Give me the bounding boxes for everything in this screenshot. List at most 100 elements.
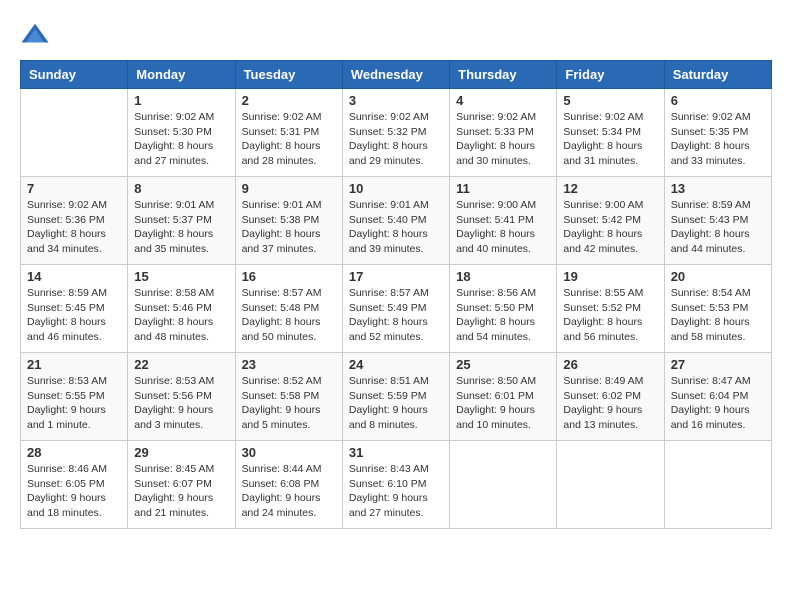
day-number: 10 xyxy=(349,181,443,196)
day-number: 16 xyxy=(242,269,336,284)
day-number: 28 xyxy=(27,445,121,460)
day-info: Sunrise: 8:54 AMSunset: 5:53 PMDaylight:… xyxy=(671,286,765,345)
day-of-week-header: Tuesday xyxy=(235,61,342,89)
day-info: Sunrise: 9:02 AMSunset: 5:31 PMDaylight:… xyxy=(242,110,336,169)
calendar-day-cell: 4Sunrise: 9:02 AMSunset: 5:33 PMDaylight… xyxy=(450,89,557,177)
day-number: 14 xyxy=(27,269,121,284)
day-info: Sunrise: 9:00 AMSunset: 5:41 PMDaylight:… xyxy=(456,198,550,257)
calendar-day-cell: 5 Sunrise: 9:02 AMSunset: 5:34 PMDaylight… xyxy=(557,89,664,177)
calendar-day-cell: 7 Sunrise: 9:02 AMSunset: 5:36 PMDaylight… xyxy=(21,177,128,265)
calendar-week-row: 7 Sunrise: 9:02 AMSunset: 5:36 PMDaylight… xyxy=(21,177,772,265)
day-number: 12 xyxy=(563,181,657,196)
day-info: Sunrise: 8:47 AMSunset: 6:04 PMDaylight:… xyxy=(671,374,765,433)
day-info: Sunrise: 8:56 AMSunset: 5:50 PMDaylight:… xyxy=(456,286,550,345)
day-number: 26 xyxy=(563,357,657,372)
day-info: Sunrise: 8:57 AMSunset: 5:48 PMDaylight:… xyxy=(242,286,336,345)
calendar-table: SundayMondayTuesdayWednesdayThursdayFrid… xyxy=(20,60,772,529)
calendar-day-cell: 25Sunrise: 8:50 AMSunset: 6:01 PMDayligh… xyxy=(450,353,557,441)
calendar-day-cell: 26 Sunrise: 8:49 AMSunset: 6:02 PMDayligh… xyxy=(557,353,664,441)
day-number: 21 xyxy=(27,357,121,372)
day-info: Sunrise: 8:59 AMSunset: 5:45 PMDaylight:… xyxy=(27,286,121,345)
calendar-day-cell: 19 Sunrise: 8:55 AMSunset: 5:52 PMDayligh… xyxy=(557,265,664,353)
day-info: Sunrise: 8:59 AMSunset: 5:43 PMDaylight:… xyxy=(671,198,765,257)
calendar-day-cell: 20 Sunrise: 8:54 AMSunset: 5:53 PMDayligh… xyxy=(664,265,771,353)
day-number: 30 xyxy=(242,445,336,460)
day-of-week-header: Monday xyxy=(128,61,235,89)
day-of-week-header: Thursday xyxy=(450,61,557,89)
day-number: 24 xyxy=(349,357,443,372)
day-info: Sunrise: 8:53 AMSunset: 5:55 PMDaylight:… xyxy=(27,374,121,433)
calendar-day-cell: 14 Sunrise: 8:59 AMSunset: 5:45 PMDayligh… xyxy=(21,265,128,353)
calendar-day-cell: 23Sunrise: 8:52 AMSunset: 5:58 PMDayligh… xyxy=(235,353,342,441)
day-info: Sunrise: 9:02 AMSunset: 5:36 PMDaylight:… xyxy=(27,198,121,257)
day-of-week-header: Friday xyxy=(557,61,664,89)
day-of-week-header: Sunday xyxy=(21,61,128,89)
day-info: Sunrise: 9:02 AMSunset: 5:30 PMDaylight:… xyxy=(134,110,228,169)
day-number: 8 xyxy=(134,181,228,196)
day-info: Sunrise: 8:44 AMSunset: 6:08 PMDaylight:… xyxy=(242,462,336,521)
calendar-header-row: SundayMondayTuesdayWednesdayThursdayFrid… xyxy=(21,61,772,89)
day-number: 25 xyxy=(456,357,550,372)
calendar-day-cell: 8 Sunrise: 9:01 AMSunset: 5:37 PMDaylight… xyxy=(128,177,235,265)
calendar-day-cell: 18 Sunrise: 8:56 AMSunset: 5:50 PMDayligh… xyxy=(450,265,557,353)
calendar-day-cell: 9 Sunrise: 9:01 AMSunset: 5:38 PMDaylight… xyxy=(235,177,342,265)
calendar-week-row: 14 Sunrise: 8:59 AMSunset: 5:45 PMDayligh… xyxy=(21,265,772,353)
day-info: Sunrise: 8:46 AMSunset: 6:05 PMDaylight:… xyxy=(27,462,121,521)
day-info: Sunrise: 9:02 AMSunset: 5:35 PMDaylight:… xyxy=(671,110,765,169)
calendar-week-row: 28 Sunrise: 8:46 AMSunset: 6:05 PMDayligh… xyxy=(21,441,772,529)
day-number: 4 xyxy=(456,93,550,108)
day-number: 18 xyxy=(456,269,550,284)
day-info: Sunrise: 8:45 AMSunset: 6:07 PMDaylight:… xyxy=(134,462,228,521)
calendar-day-cell: 30 Sunrise: 8:44 AMSunset: 6:08 PMDayligh… xyxy=(235,441,342,529)
calendar-day-cell: 6 Sunrise: 9:02 AMSunset: 5:35 PMDaylight… xyxy=(664,89,771,177)
day-of-week-header: Wednesday xyxy=(342,61,449,89)
day-number: 29 xyxy=(134,445,228,460)
day-number: 27 xyxy=(671,357,765,372)
day-info: Sunrise: 9:00 AMSunset: 5:42 PMDaylight:… xyxy=(563,198,657,257)
day-info: Sunrise: 8:55 AMSunset: 5:52 PMDaylight:… xyxy=(563,286,657,345)
day-number: 19 xyxy=(563,269,657,284)
calendar-day-cell: 11Sunrise: 9:00 AMSunset: 5:41 PMDayligh… xyxy=(450,177,557,265)
calendar-day-cell: 29 Sunrise: 8:45 AMSunset: 6:07 PMDayligh… xyxy=(128,441,235,529)
day-info: Sunrise: 8:51 AMSunset: 5:59 PMDaylight:… xyxy=(349,374,443,433)
day-info: Sunrise: 9:01 AMSunset: 5:40 PMDaylight:… xyxy=(349,198,443,257)
calendar-week-row: 1 Sunrise: 9:02 AMSunset: 5:30 PMDaylight… xyxy=(21,89,772,177)
day-number: 6 xyxy=(671,93,765,108)
calendar-day-cell xyxy=(450,441,557,529)
day-number: 9 xyxy=(242,181,336,196)
day-info: Sunrise: 8:57 AMSunset: 5:49 PMDaylight:… xyxy=(349,286,443,345)
day-info: Sunrise: 8:49 AMSunset: 6:02 PMDaylight:… xyxy=(563,374,657,433)
day-number: 1 xyxy=(134,93,228,108)
calendar-day-cell xyxy=(21,89,128,177)
calendar-week-row: 21 Sunrise: 8:53 AMSunset: 5:55 PMDayligh… xyxy=(21,353,772,441)
day-number: 31 xyxy=(349,445,443,460)
day-info: Sunrise: 9:01 AMSunset: 5:38 PMDaylight:… xyxy=(242,198,336,257)
day-number: 7 xyxy=(27,181,121,196)
day-info: Sunrise: 8:52 AMSunset: 5:58 PMDaylight:… xyxy=(242,374,336,433)
day-number: 3 xyxy=(349,93,443,108)
calendar-day-cell xyxy=(664,441,771,529)
calendar-day-cell xyxy=(557,441,664,529)
day-number: 17 xyxy=(349,269,443,284)
day-number: 2 xyxy=(242,93,336,108)
calendar-day-cell: 1 Sunrise: 9:02 AMSunset: 5:30 PMDaylight… xyxy=(128,89,235,177)
day-number: 5 xyxy=(563,93,657,108)
page-header xyxy=(20,20,772,50)
day-info: Sunrise: 8:58 AMSunset: 5:46 PMDaylight:… xyxy=(134,286,228,345)
calendar-day-cell: 27 Sunrise: 8:47 AMSunset: 6:04 PMDayligh… xyxy=(664,353,771,441)
day-number: 13 xyxy=(671,181,765,196)
day-info: Sunrise: 9:01 AMSunset: 5:37 PMDaylight:… xyxy=(134,198,228,257)
day-of-week-header: Saturday xyxy=(664,61,771,89)
day-number: 22 xyxy=(134,357,228,372)
day-info: Sunrise: 9:02 AMSunset: 5:34 PMDaylight:… xyxy=(563,110,657,169)
calendar-day-cell: 17 Sunrise: 8:57 AMSunset: 5:49 PMDayligh… xyxy=(342,265,449,353)
calendar-day-cell: 2 Sunrise: 9:02 AMSunset: 5:31 PMDaylight… xyxy=(235,89,342,177)
day-number: 20 xyxy=(671,269,765,284)
calendar-day-cell: 22Sunrise: 8:53 AMSunset: 5:56 PMDayligh… xyxy=(128,353,235,441)
calendar-day-cell: 28 Sunrise: 8:46 AMSunset: 6:05 PMDayligh… xyxy=(21,441,128,529)
day-number: 15 xyxy=(134,269,228,284)
calendar-day-cell: 15 Sunrise: 8:58 AMSunset: 5:46 PMDayligh… xyxy=(128,265,235,353)
calendar-day-cell: 10 Sunrise: 9:01 AMSunset: 5:40 PMDayligh… xyxy=(342,177,449,265)
calendar-day-cell: 16 Sunrise: 8:57 AMSunset: 5:48 PMDayligh… xyxy=(235,265,342,353)
calendar-day-cell: 31Sunrise: 8:43 AMSunset: 6:10 PMDayligh… xyxy=(342,441,449,529)
